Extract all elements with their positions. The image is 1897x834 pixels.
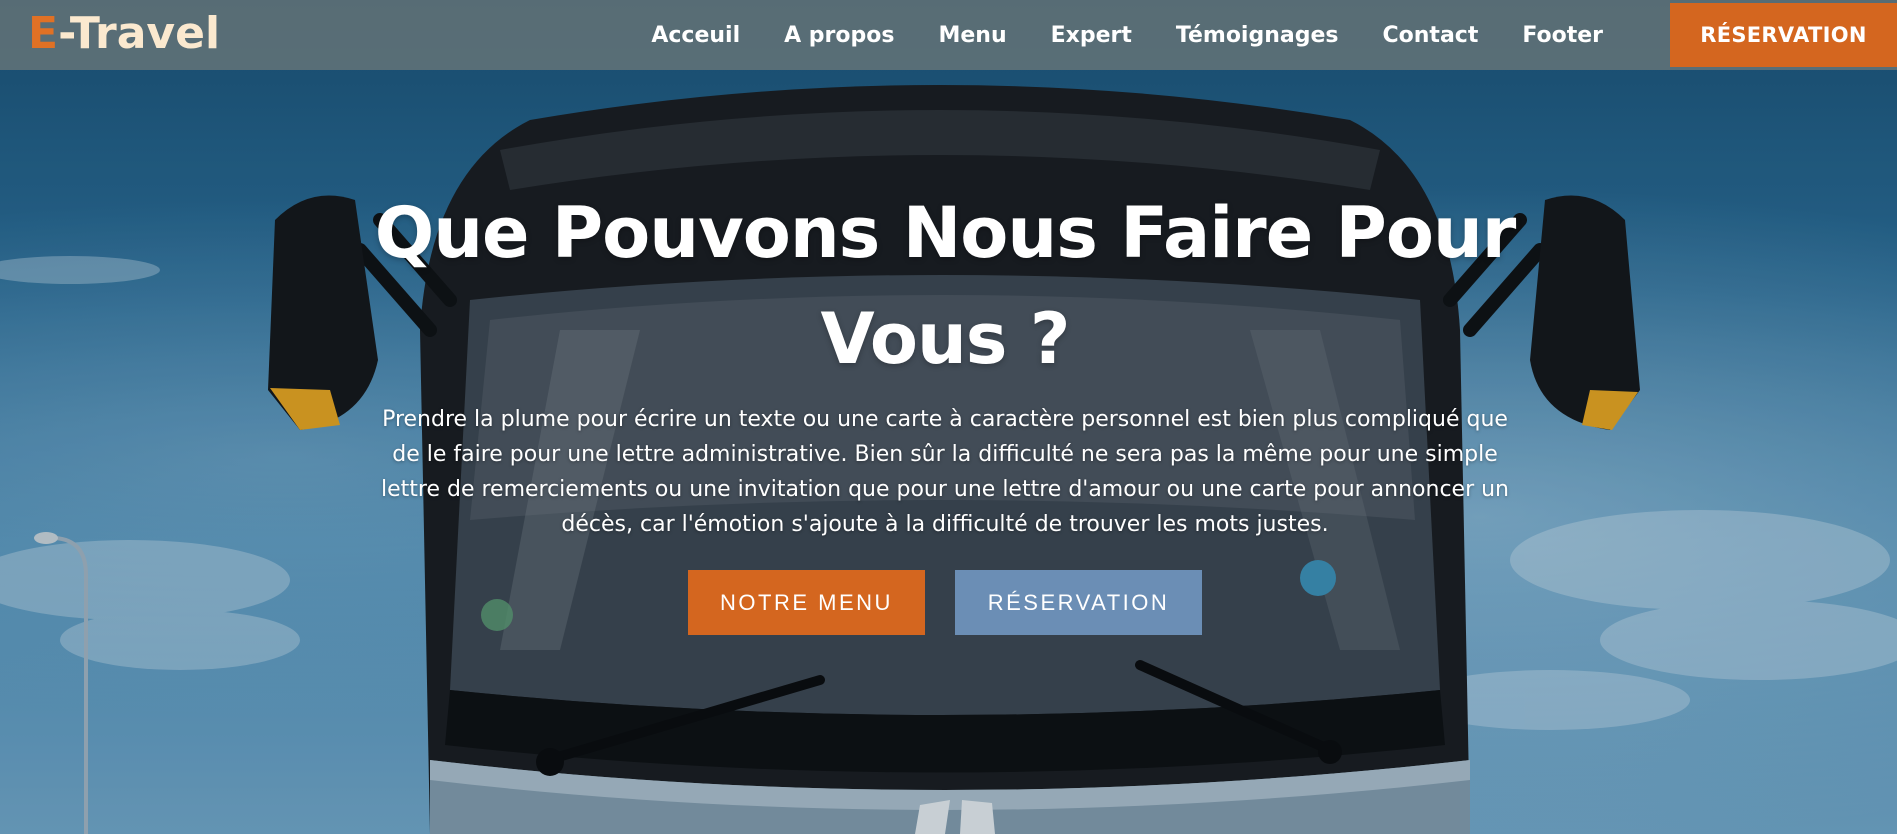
nav-link-temoignages[interactable]: Témoignages [1154,23,1361,48]
brand-logo[interactable]: E-Travel [28,6,220,62]
hero-description: Prendre la plume pour écrire un texte ou… [380,407,1509,537]
menu-button[interactable]: NOTRE MENU [688,570,925,635]
nav-link-acceuil[interactable]: Acceuil [629,23,762,48]
nav-link-contact[interactable]: Contact [1361,23,1501,48]
reservation-nav-button[interactable]: RÉSERVATION [1670,3,1897,67]
nav-link-menu[interactable]: Menu [916,23,1028,48]
hero-buttons: NOTRE MENU RÉSERVATION [330,570,1560,635]
nav-link-a-propos[interactable]: A propos [762,23,916,48]
nav-links: Acceuil A propos Menu Expert Témoignages… [629,0,1625,70]
nav-link-footer[interactable]: Footer [1500,23,1625,48]
nav-link-expert[interactable]: Expert [1029,23,1154,48]
brand-logo-initial: E [28,8,59,59]
hero-title: Que Pouvons Nous Faire Pour Vous ? [374,192,1517,380]
brand-logo-text: -Travel [58,8,221,59]
navbar: E-Travel Acceuil A propos Menu Expert Té… [0,0,1897,70]
hero-content: Que Pouvons Nous Faire Pour Vous ? Prend… [330,180,1560,635]
reservation-hero-button[interactable]: RÉSERVATION [955,570,1202,635]
